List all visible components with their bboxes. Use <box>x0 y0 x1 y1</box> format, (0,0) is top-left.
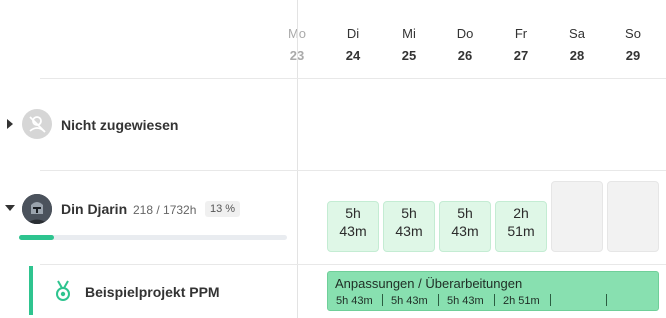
utilization-progress-fill <box>19 235 54 240</box>
cell-minutes: 43m <box>395 223 423 239</box>
row-divider <box>40 170 666 171</box>
person-off-icon <box>22 109 52 139</box>
day-column-fr: Fr 27 <box>493 26 549 64</box>
segment-divider <box>494 294 495 306</box>
cell-hours: 5h <box>457 205 473 221</box>
day-name: Sa <box>569 26 585 41</box>
day-name: Di <box>346 26 360 41</box>
day-column-so: So 29 <box>605 26 661 64</box>
task-bar[interactable]: Anpassungen / Überarbeitungen 5h 43m 5h … <box>327 271 659 311</box>
hours-cell-fr[interactable]: 2h 51m <box>495 201 547 252</box>
hours-cell-sa[interactable] <box>551 181 603 252</box>
project-name: Beispielprojekt PPM <box>85 284 220 300</box>
unassigned-label: Nicht zugewiesen <box>61 117 179 133</box>
day-column-di: Di 24 <box>325 26 381 64</box>
hours-cell-do[interactable]: 5h 43m <box>439 201 491 252</box>
cell-hours: 2h <box>513 205 529 221</box>
segment-divider <box>550 294 551 306</box>
hours-cell-di[interactable]: 5h 43m <box>327 201 379 252</box>
day-number: 24 <box>345 48 361 63</box>
row-divider <box>40 78 666 79</box>
hours-cell-so[interactable] <box>607 181 659 252</box>
day-column-mi: Mi 25 <box>381 26 437 64</box>
cell-minutes: 51m <box>507 223 535 239</box>
segment-divider <box>606 294 607 306</box>
day-name: Fr <box>514 26 528 41</box>
task-segment-hours: 5h 43m <box>336 295 373 307</box>
cell-minutes: 43m <box>451 223 479 239</box>
avatar <box>22 194 52 224</box>
medal-icon <box>53 280 73 302</box>
day-column-do: Do 26 <box>437 26 493 64</box>
day-name: Mi <box>402 26 416 41</box>
today-divider <box>297 0 298 318</box>
segment-divider <box>438 294 439 306</box>
collapse-caret-icon[interactable] <box>5 205 15 211</box>
row-divider <box>40 264 666 265</box>
project-accent-bar <box>29 266 33 315</box>
day-name: So <box>625 26 641 41</box>
task-segment-hours: 5h 43m <box>447 295 484 307</box>
segment-divider <box>382 294 383 306</box>
person-name: Din Djarin <box>61 201 128 217</box>
day-number: 25 <box>401 48 417 63</box>
task-title: Anpassungen / Überarbeitungen <box>335 276 523 291</box>
day-number: 27 <box>513 48 529 63</box>
cell-hours: 5h <box>345 205 361 221</box>
day-number: 26 <box>457 48 473 63</box>
day-number: 28 <box>569 48 585 63</box>
cell-hours: 5h <box>401 205 417 221</box>
utilization-badge: 13 % <box>205 201 241 217</box>
day-number: 29 <box>625 48 641 63</box>
task-segment-hours: 2h 51m <box>503 295 540 307</box>
utilization-progress-bar <box>19 235 287 240</box>
task-segment-hours: 5h 43m <box>391 295 428 307</box>
day-column-sa: Sa 28 <box>549 26 605 64</box>
cell-minutes: 43m <box>339 223 367 239</box>
hours-summary: 218 / 1732h <box>133 203 197 217</box>
hours-cell-mi[interactable]: 5h 43m <box>383 201 435 252</box>
expand-caret-icon[interactable] <box>7 119 13 129</box>
day-name: Do <box>456 26 474 41</box>
